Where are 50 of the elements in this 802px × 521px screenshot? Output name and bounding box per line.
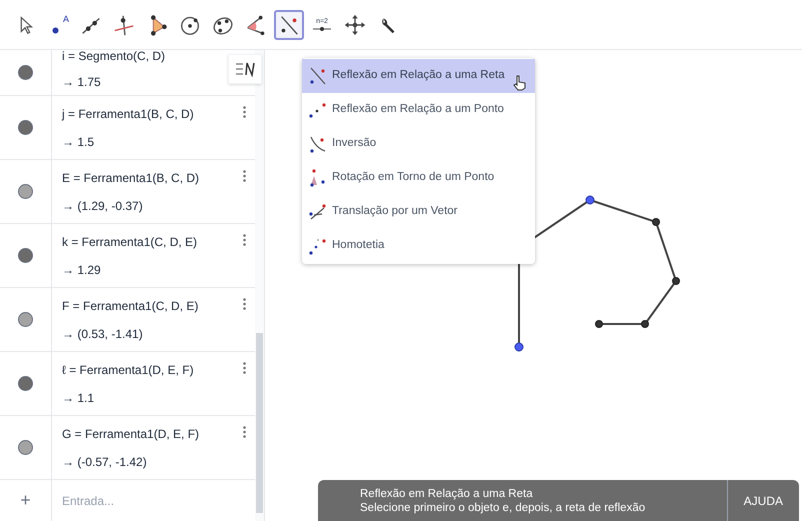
point[interactable] xyxy=(641,320,649,328)
menu-item[interactable]: Translação por um Vetor xyxy=(302,195,535,229)
definition-text[interactable]: i = Segmento(C, D) xyxy=(62,47,166,65)
tool-help-text: Selecione primeiro o objeto e, depois, a reta de reflexão xyxy=(360,500,646,514)
menu-item[interactable]: Rotação em Torno de um Ponto xyxy=(302,161,535,195)
move-arrows-icon xyxy=(343,12,367,36)
more-icon[interactable] xyxy=(242,170,246,182)
more-icon[interactable] xyxy=(242,362,246,374)
value-text: → 1.29 xyxy=(62,262,101,278)
hand-cursor-icon xyxy=(513,75,527,91)
point[interactable] xyxy=(652,218,660,226)
dilation-icon xyxy=(308,236,328,256)
value-text: → (0.53, -1.41) xyxy=(62,326,143,342)
slider-icon xyxy=(312,26,332,32)
more-icon[interactable] xyxy=(242,106,246,118)
definition-text[interactable]: k = Ferramenta1(C, D, E) xyxy=(62,232,198,250)
more-icon[interactable] xyxy=(242,234,246,246)
tool-button[interactable] xyxy=(274,10,304,40)
menu-item[interactable]: Reflexão em Relação a uma Reta xyxy=(302,59,535,93)
value-text: → 1.1 xyxy=(62,390,94,406)
menu-item[interactable]: Inversão xyxy=(302,127,535,161)
value-text: → (-0.57, -1.42) xyxy=(62,454,147,470)
point[interactable] xyxy=(586,196,594,204)
inversion-icon xyxy=(308,134,328,154)
value-text: → (1.29, -0.37) xyxy=(62,198,143,214)
definition-text[interactable]: G = Ferramenta1(D, E, F) xyxy=(62,424,200,442)
reflection-line-icon xyxy=(308,66,328,86)
more-icon[interactable] xyxy=(242,298,246,310)
tool-name-text: Reflexão em Relação a uma Reta xyxy=(360,486,534,500)
translation-icon xyxy=(308,202,328,222)
point-icon xyxy=(52,26,59,34)
definition-text[interactable]: E = Ferramenta1(B, C, D) xyxy=(62,168,200,186)
definition-text[interactable]: ℓ = Ferramenta1(D, E, F) xyxy=(62,360,194,378)
more-icon[interactable] xyxy=(242,426,246,438)
help-button[interactable]: AJUDA xyxy=(726,480,799,521)
menu-item[interactable]: Homotetia xyxy=(302,229,535,263)
tool-button[interactable]: A xyxy=(43,10,73,40)
algebra-toggle-button[interactable] xyxy=(228,54,262,84)
perpendicular-icon xyxy=(112,12,136,36)
input-field[interactable]: Entrada... xyxy=(52,480,255,521)
sort-icon xyxy=(235,61,255,77)
definition-text[interactable]: j = Ferramenta1(B, C, D) xyxy=(62,104,194,122)
value-text: → 1.75 xyxy=(62,74,101,91)
menu-item[interactable]: Reflexão em Relação a um Ponto xyxy=(302,93,535,127)
point[interactable] xyxy=(595,320,603,328)
value-text: → 1.5 xyxy=(62,134,94,150)
definition-text[interactable]: F = Ferramenta1(C, D, E) xyxy=(62,296,198,314)
scrollbar[interactable] xyxy=(255,50,264,521)
point[interactable] xyxy=(514,342,524,352)
point[interactable] xyxy=(672,277,680,285)
